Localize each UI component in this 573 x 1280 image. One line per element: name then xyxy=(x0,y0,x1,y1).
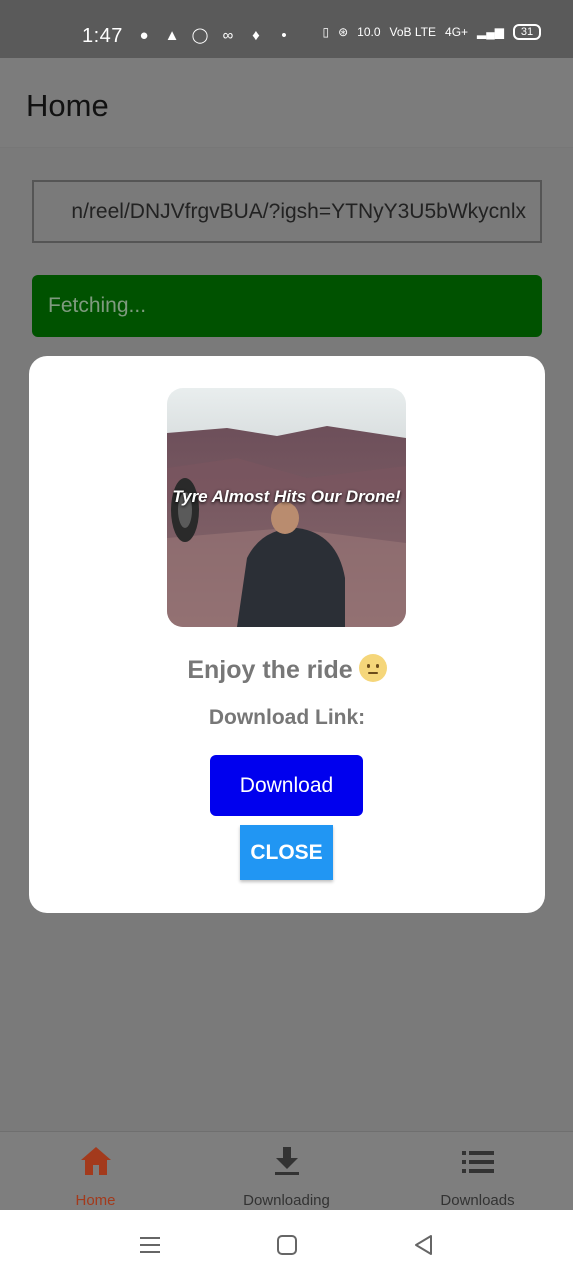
download-icon xyxy=(273,1146,301,1181)
nav-label-downloading: Downloading xyxy=(243,1192,330,1209)
snapchat-icon: ▲ xyxy=(164,27,180,44)
nav-item-home[interactable]: Home xyxy=(0,1132,191,1211)
status-bar: 1:47 ● ▲ ◯ ∞ ♦ • ▯ ⊛ 10.0 VoB LTE 4G+ ▂▄… xyxy=(0,0,573,58)
url-input[interactable] xyxy=(34,182,540,241)
nav-item-downloading[interactable]: Downloading xyxy=(191,1132,382,1211)
nav-item-downloads[interactable]: Downloads xyxy=(382,1132,573,1211)
signal-bars-icon: ▂▄▆ xyxy=(477,25,504,39)
nav-label-downloads: Downloads xyxy=(440,1192,515,1209)
app-icon: ♦ xyxy=(252,27,260,44)
whatsapp-icon: ◯ xyxy=(191,27,209,44)
infinity-icon: ∞ xyxy=(222,27,234,44)
group-icon: ● xyxy=(139,27,149,44)
thumbnail-caption: Tyre Almost Hits Our Drone! xyxy=(172,487,401,506)
status-time: 1:47 xyxy=(82,25,123,47)
url-field[interactable] xyxy=(32,180,542,243)
smile-emoji-icon xyxy=(358,654,387,682)
signal-type: 4G+ xyxy=(445,25,469,39)
download-link-label: Download Link: xyxy=(208,706,366,729)
video-thumbnail: Tyre Almost Hits Our Drone! xyxy=(167,388,406,627)
download-button[interactable]: Download xyxy=(210,755,363,816)
carrier-label: VoB LTE xyxy=(389,25,437,39)
close-button[interactable]: CLOSE xyxy=(240,825,333,880)
bottom-navigation: Home Downloading Downloads xyxy=(0,1131,573,1210)
notification-icons: ● ▲ ◯ ∞ ♦ • xyxy=(134,26,294,46)
fetch-button[interactable]: Fetching... xyxy=(32,275,542,337)
dot-icon: • xyxy=(281,27,287,44)
app-bar: Home xyxy=(0,58,573,148)
home-icon xyxy=(80,1146,112,1181)
battery-icon: 31 xyxy=(513,24,541,40)
nav-label-home: Home xyxy=(75,1192,116,1209)
recents-menu-icon[interactable] xyxy=(139,1234,161,1261)
list-icon xyxy=(461,1146,494,1178)
system-navigation-bar xyxy=(0,1210,573,1280)
system-status-icons: ▯ ⊛ 10.0 VoB LTE 4G+ ▂▄▆ 31 xyxy=(322,24,541,40)
home-square-icon[interactable] xyxy=(276,1234,298,1261)
bluetooth-icon: ⊛ xyxy=(338,25,349,39)
network-speed: 10.0 xyxy=(357,25,381,39)
back-triangle-icon[interactable] xyxy=(413,1234,435,1261)
dialog-title: Enjoy the ride xyxy=(29,654,545,685)
result-dialog: Tyre Almost Hits Our Drone! Enjoy the ri… xyxy=(29,356,545,913)
page-title: Home xyxy=(26,88,109,123)
vibrate-icon: ▯ xyxy=(322,25,330,39)
